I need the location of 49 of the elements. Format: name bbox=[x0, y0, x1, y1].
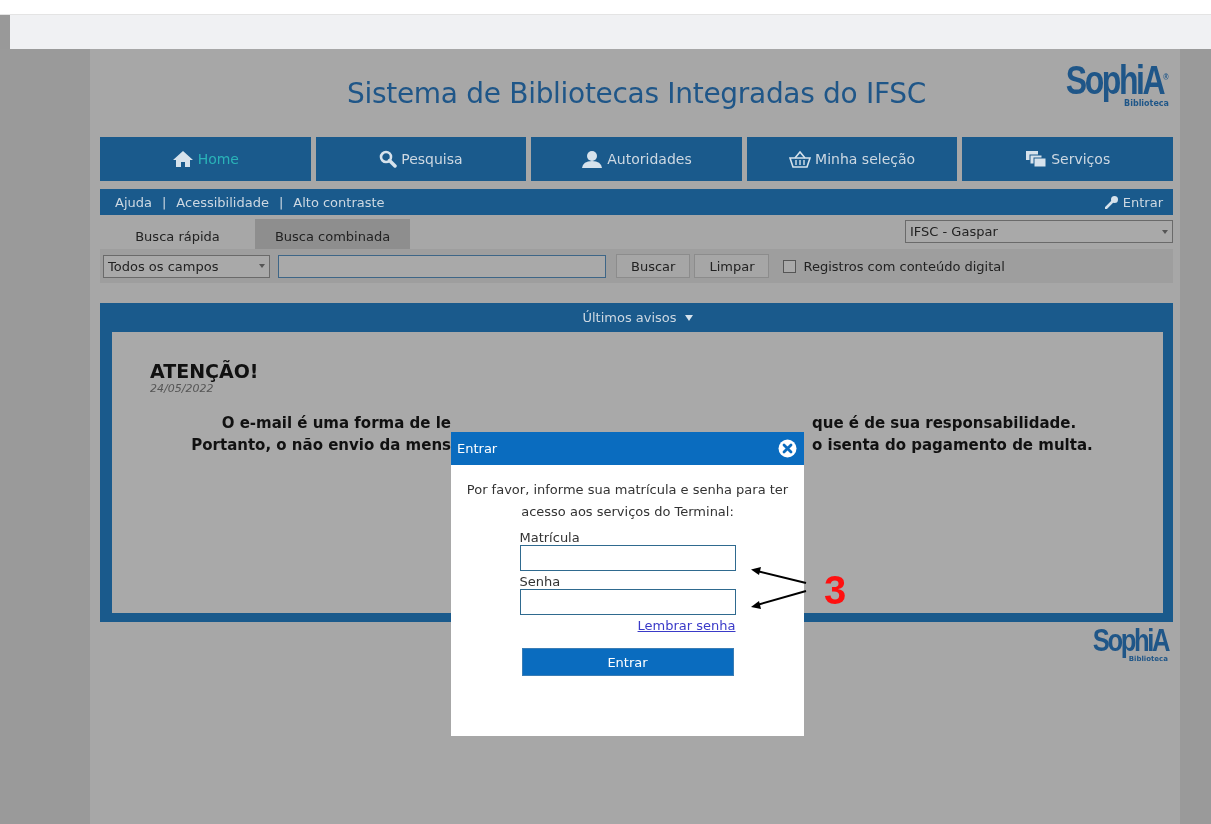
notice-date: 24/05/2022 bbox=[150, 382, 215, 395]
site-title: Sistema de Bibliotecas Integradas do IFSC bbox=[346, 76, 927, 110]
home-icon bbox=[171, 150, 194, 168]
top-link[interactable]: Alto contraste bbox=[293, 194, 385, 210]
notice-text: Portanto, o não envio da mens bbox=[190, 435, 451, 456]
forgot-password-link[interactable]: Lembrar senha bbox=[637, 618, 736, 633]
close-icon[interactable] bbox=[778, 439, 797, 458]
dialog-title: Entrar bbox=[457, 441, 498, 456]
caret-icon bbox=[1162, 229, 1168, 234]
basket-icon bbox=[789, 150, 812, 168]
search-field[interactable] bbox=[278, 254, 606, 278]
dialog-message: Por favor, informe sua matrícula e senha para ter acesso aos serviços do Terminal: bbox=[465, 481, 790, 521]
login-link[interactable]: Entrar bbox=[1104, 194, 1163, 210]
nav-tab[interactable]: Home bbox=[100, 137, 311, 181]
dropdown-icon bbox=[684, 314, 693, 321]
search-button[interactable]: Buscar bbox=[616, 254, 691, 278]
top-link[interactable]: Acessibilidade bbox=[176, 194, 269, 210]
top-link[interactable]: Ajuda bbox=[115, 194, 152, 210]
annotation-label: 3 bbox=[824, 568, 847, 612]
nav-tab[interactable]: Serviços bbox=[962, 137, 1173, 181]
separator: | bbox=[278, 194, 284, 210]
nav-tab[interactable]: Autoridades bbox=[531, 137, 742, 181]
wrench-icon bbox=[1104, 195, 1119, 209]
search-icon bbox=[379, 150, 398, 168]
search-button[interactable]: Limpar bbox=[694, 254, 770, 278]
search-tab[interactable]: Busca rápida bbox=[100, 219, 255, 249]
nav-tab[interactable]: Pesquisa bbox=[315, 137, 527, 181]
input-field[interactable] bbox=[519, 545, 736, 571]
field-select[interactable]: Todos os campos bbox=[103, 254, 270, 278]
checkbox-label: Registros com conteúdo digital bbox=[803, 258, 1005, 274]
login-button[interactable]: Entrar bbox=[521, 648, 734, 676]
library-select[interactable]: IFSC - Gaspar bbox=[905, 220, 1173, 243]
notice-text: que é de sua responsabilidade. bbox=[812, 413, 1078, 434]
notice-text: o isenta do pagamento de multa. bbox=[812, 435, 1094, 456]
search-tab[interactable]: Busca combinada bbox=[255, 219, 410, 249]
person-icon bbox=[581, 150, 604, 168]
notice-heading: ATENÇÃO! bbox=[150, 360, 260, 382]
notice-text: O e-mail é uma forma de le bbox=[220, 413, 451, 434]
nav-tab[interactable]: Minha seleção bbox=[746, 137, 958, 181]
field-label: Matrícula bbox=[519, 530, 581, 545]
checkbox[interactable] bbox=[783, 259, 797, 273]
logo: SophiA$^{®}$ Biblioteca bbox=[1065, 57, 1169, 109]
caret-icon bbox=[259, 264, 265, 268]
arrow-drawing bbox=[751, 565, 809, 611]
field-label: Senha bbox=[519, 574, 562, 589]
windows-icon bbox=[1025, 150, 1048, 168]
input-field[interactable] bbox=[519, 589, 736, 615]
notices-title[interactable]: Últimos avisos bbox=[582, 310, 677, 325]
separator: | bbox=[161, 194, 167, 210]
